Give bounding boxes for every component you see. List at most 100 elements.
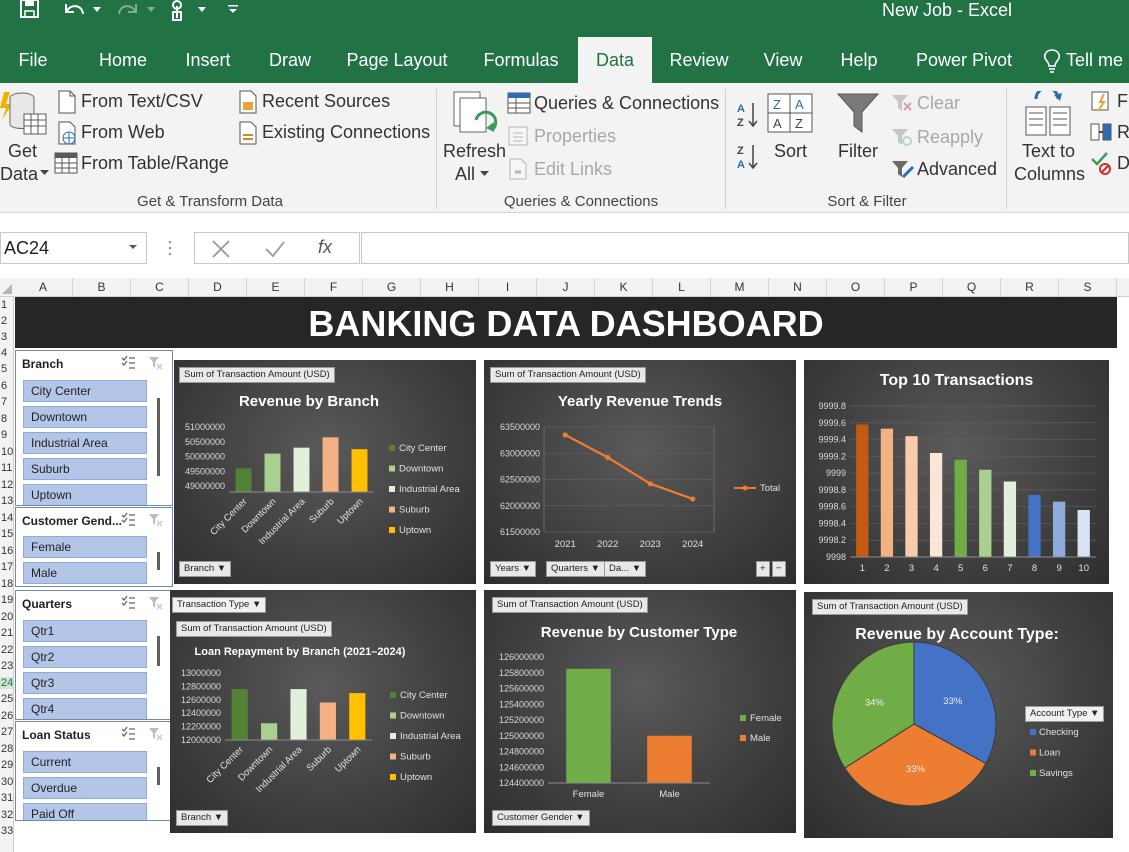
row-header[interactable]: 27 xyxy=(0,726,13,738)
clear-filter-icon[interactable] xyxy=(148,355,164,371)
remove-duplicates-button[interactable]: Re xyxy=(1117,122,1129,143)
cancel-icon[interactable] xyxy=(210,238,232,260)
slicer-item-qtr2[interactable]: Qtr2 xyxy=(23,646,147,668)
column-header-j[interactable]: J xyxy=(537,278,595,297)
tab-draw[interactable]: Draw xyxy=(260,37,320,83)
tab-help[interactable]: Help xyxy=(830,37,888,83)
slicer-scrollbar[interactable] xyxy=(157,636,160,666)
multi-select-icon[interactable] xyxy=(120,355,136,371)
axis-field-button[interactable]: Customer Gender ▼ xyxy=(492,810,590,826)
slicer-item-qtr4[interactable]: Qtr4 xyxy=(23,698,147,719)
row-header[interactable]: 9 xyxy=(0,429,13,441)
redo-dropdown-icon[interactable] xyxy=(146,6,156,14)
axis-field-button[interactable]: Branch ▼ xyxy=(176,810,229,826)
tab-review[interactable]: Review xyxy=(662,37,736,83)
formula-bar-grip-icon[interactable] xyxy=(166,238,174,258)
tab-view[interactable]: View xyxy=(754,37,812,83)
date-field-button[interactable]: Da... ▼ xyxy=(604,561,647,577)
text-to-columns-label-2[interactable]: Columns xyxy=(1014,164,1085,185)
save-icon[interactable] xyxy=(18,0,42,20)
refresh-dropdown-icon[interactable] xyxy=(480,171,489,178)
row-header[interactable]: 21 xyxy=(0,627,13,639)
sort-a-z-icon[interactable]: AZ xyxy=(736,101,760,131)
quarters-field-button[interactable]: Quarters ▼ xyxy=(546,561,606,577)
sort-button[interactable]: Sort xyxy=(774,141,807,162)
name-box[interactable]: AC24 xyxy=(0,232,147,264)
row-header[interactable]: 12 xyxy=(0,479,13,491)
slicer-scrollbar[interactable] xyxy=(157,552,160,570)
reapply-button[interactable]: Reapply xyxy=(917,127,983,148)
slicer-item-qtr1[interactable]: Qtr1 xyxy=(23,620,147,642)
legend-field-button[interactable]: Account Type ▼ xyxy=(1025,706,1105,722)
chart-revenue-by-customer-type[interactable]: Sum of Transaction Amount (USD) Revenue … xyxy=(484,590,796,833)
slicer-item-current[interactable]: Current xyxy=(23,751,147,773)
touch-mode-icon[interactable] xyxy=(166,0,190,22)
slicer-item-paid-off[interactable]: Paid Off xyxy=(23,803,147,820)
tab-data[interactable]: Data xyxy=(578,37,652,83)
column-header-r[interactable]: R xyxy=(1001,278,1059,297)
row-header[interactable]: 15 xyxy=(0,528,13,540)
row-header[interactable]: 29 xyxy=(0,759,13,771)
expand-field-button[interactable]: + xyxy=(756,561,770,577)
row-header[interactable]: 28 xyxy=(0,743,13,755)
column-header-b[interactable]: B xyxy=(73,278,131,297)
refresh-all-label-1[interactable]: Refresh xyxy=(443,141,506,162)
edit-links-button[interactable]: Edit Links xyxy=(534,159,612,180)
row-header[interactable]: 2 xyxy=(0,315,13,327)
chart-yearly-revenue[interactable]: Sum of Transaction Amount (USD) Yearly R… xyxy=(484,360,796,584)
multi-select-icon[interactable] xyxy=(120,595,136,611)
tell-me-search[interactable]: Tell me xyxy=(1066,37,1129,83)
column-header-c[interactable]: C xyxy=(131,278,189,297)
get-data-label-1[interactable]: Get xyxy=(8,141,37,162)
undo-icon[interactable] xyxy=(60,0,88,22)
column-header-d[interactable]: D xyxy=(189,278,247,297)
from-web-button[interactable]: From Web xyxy=(81,122,165,143)
collapse-field-button[interactable]: − xyxy=(772,561,786,577)
insert-function-icon[interactable]: fx xyxy=(316,234,342,260)
enter-icon[interactable] xyxy=(264,238,286,260)
slicer-item-industrial-area[interactable]: Industrial Area xyxy=(23,432,147,454)
axis-field-button[interactable]: Branch ▼ xyxy=(179,561,232,577)
row-header[interactable]: 19 xyxy=(0,594,13,606)
chart-revenue-by-branch[interactable]: Sum of Transaction Amount (USD) Revenue … xyxy=(174,360,476,584)
row-header[interactable]: 22 xyxy=(0,644,13,656)
properties-button[interactable]: Properties xyxy=(534,126,616,147)
tab-file[interactable]: File xyxy=(8,37,58,83)
refresh-all-label-2[interactable]: All xyxy=(455,164,475,185)
row-header[interactable]: 20 xyxy=(0,611,13,623)
row-header[interactable]: 13 xyxy=(0,495,13,507)
slicer-scrollbar[interactable] xyxy=(157,767,160,785)
multi-select-icon[interactable] xyxy=(120,512,136,528)
row-header[interactable]: 31 xyxy=(0,792,13,804)
tab-power-pivot[interactable]: Power Pivot xyxy=(906,37,1022,83)
advanced-button[interactable]: Advanced xyxy=(917,159,997,180)
column-header-i[interactable]: I xyxy=(479,278,537,297)
clear-filter-icon[interactable] xyxy=(148,726,164,742)
get-data-label-2[interactable]: Data xyxy=(0,164,38,185)
row-header[interactable]: 10 xyxy=(0,446,13,458)
name-box-dropdown-icon[interactable] xyxy=(128,244,138,251)
row-header[interactable]: 4 xyxy=(0,347,13,359)
column-header-l[interactable]: L xyxy=(653,278,711,297)
column-header-o[interactable]: O xyxy=(827,278,885,297)
existing-connections-button[interactable]: Existing Connections xyxy=(262,122,430,143)
column-header-k[interactable]: K xyxy=(595,278,653,297)
column-header-q[interactable]: Q xyxy=(943,278,1001,297)
column-header-p[interactable]: P xyxy=(885,278,943,297)
slicer-item-downtown[interactable]: Downtown xyxy=(23,406,147,428)
sort-z-a-icon[interactable]: ZA xyxy=(736,143,760,173)
from-table-range-button[interactable]: From Table/Range xyxy=(81,153,229,174)
clear-filter-icon[interactable] xyxy=(148,595,164,611)
recent-sources-button[interactable]: Recent Sources xyxy=(262,91,390,112)
slicer-item-overdue[interactable]: Overdue xyxy=(23,777,147,799)
filter-button[interactable]: Filter xyxy=(838,141,878,162)
tab-page-layout[interactable]: Page Layout xyxy=(340,37,454,83)
column-header-f[interactable]: F xyxy=(305,278,363,297)
formula-input[interactable] xyxy=(361,232,1129,264)
slicer-item-suburb[interactable]: Suburb xyxy=(23,458,147,480)
tab-insert[interactable]: Insert xyxy=(176,37,240,83)
row-header[interactable]: 17 xyxy=(0,561,13,573)
tab-formulas[interactable]: Formulas xyxy=(474,37,568,83)
customize-toolbar-icon[interactable] xyxy=(227,4,239,16)
undo-dropdown-icon[interactable] xyxy=(92,6,102,14)
